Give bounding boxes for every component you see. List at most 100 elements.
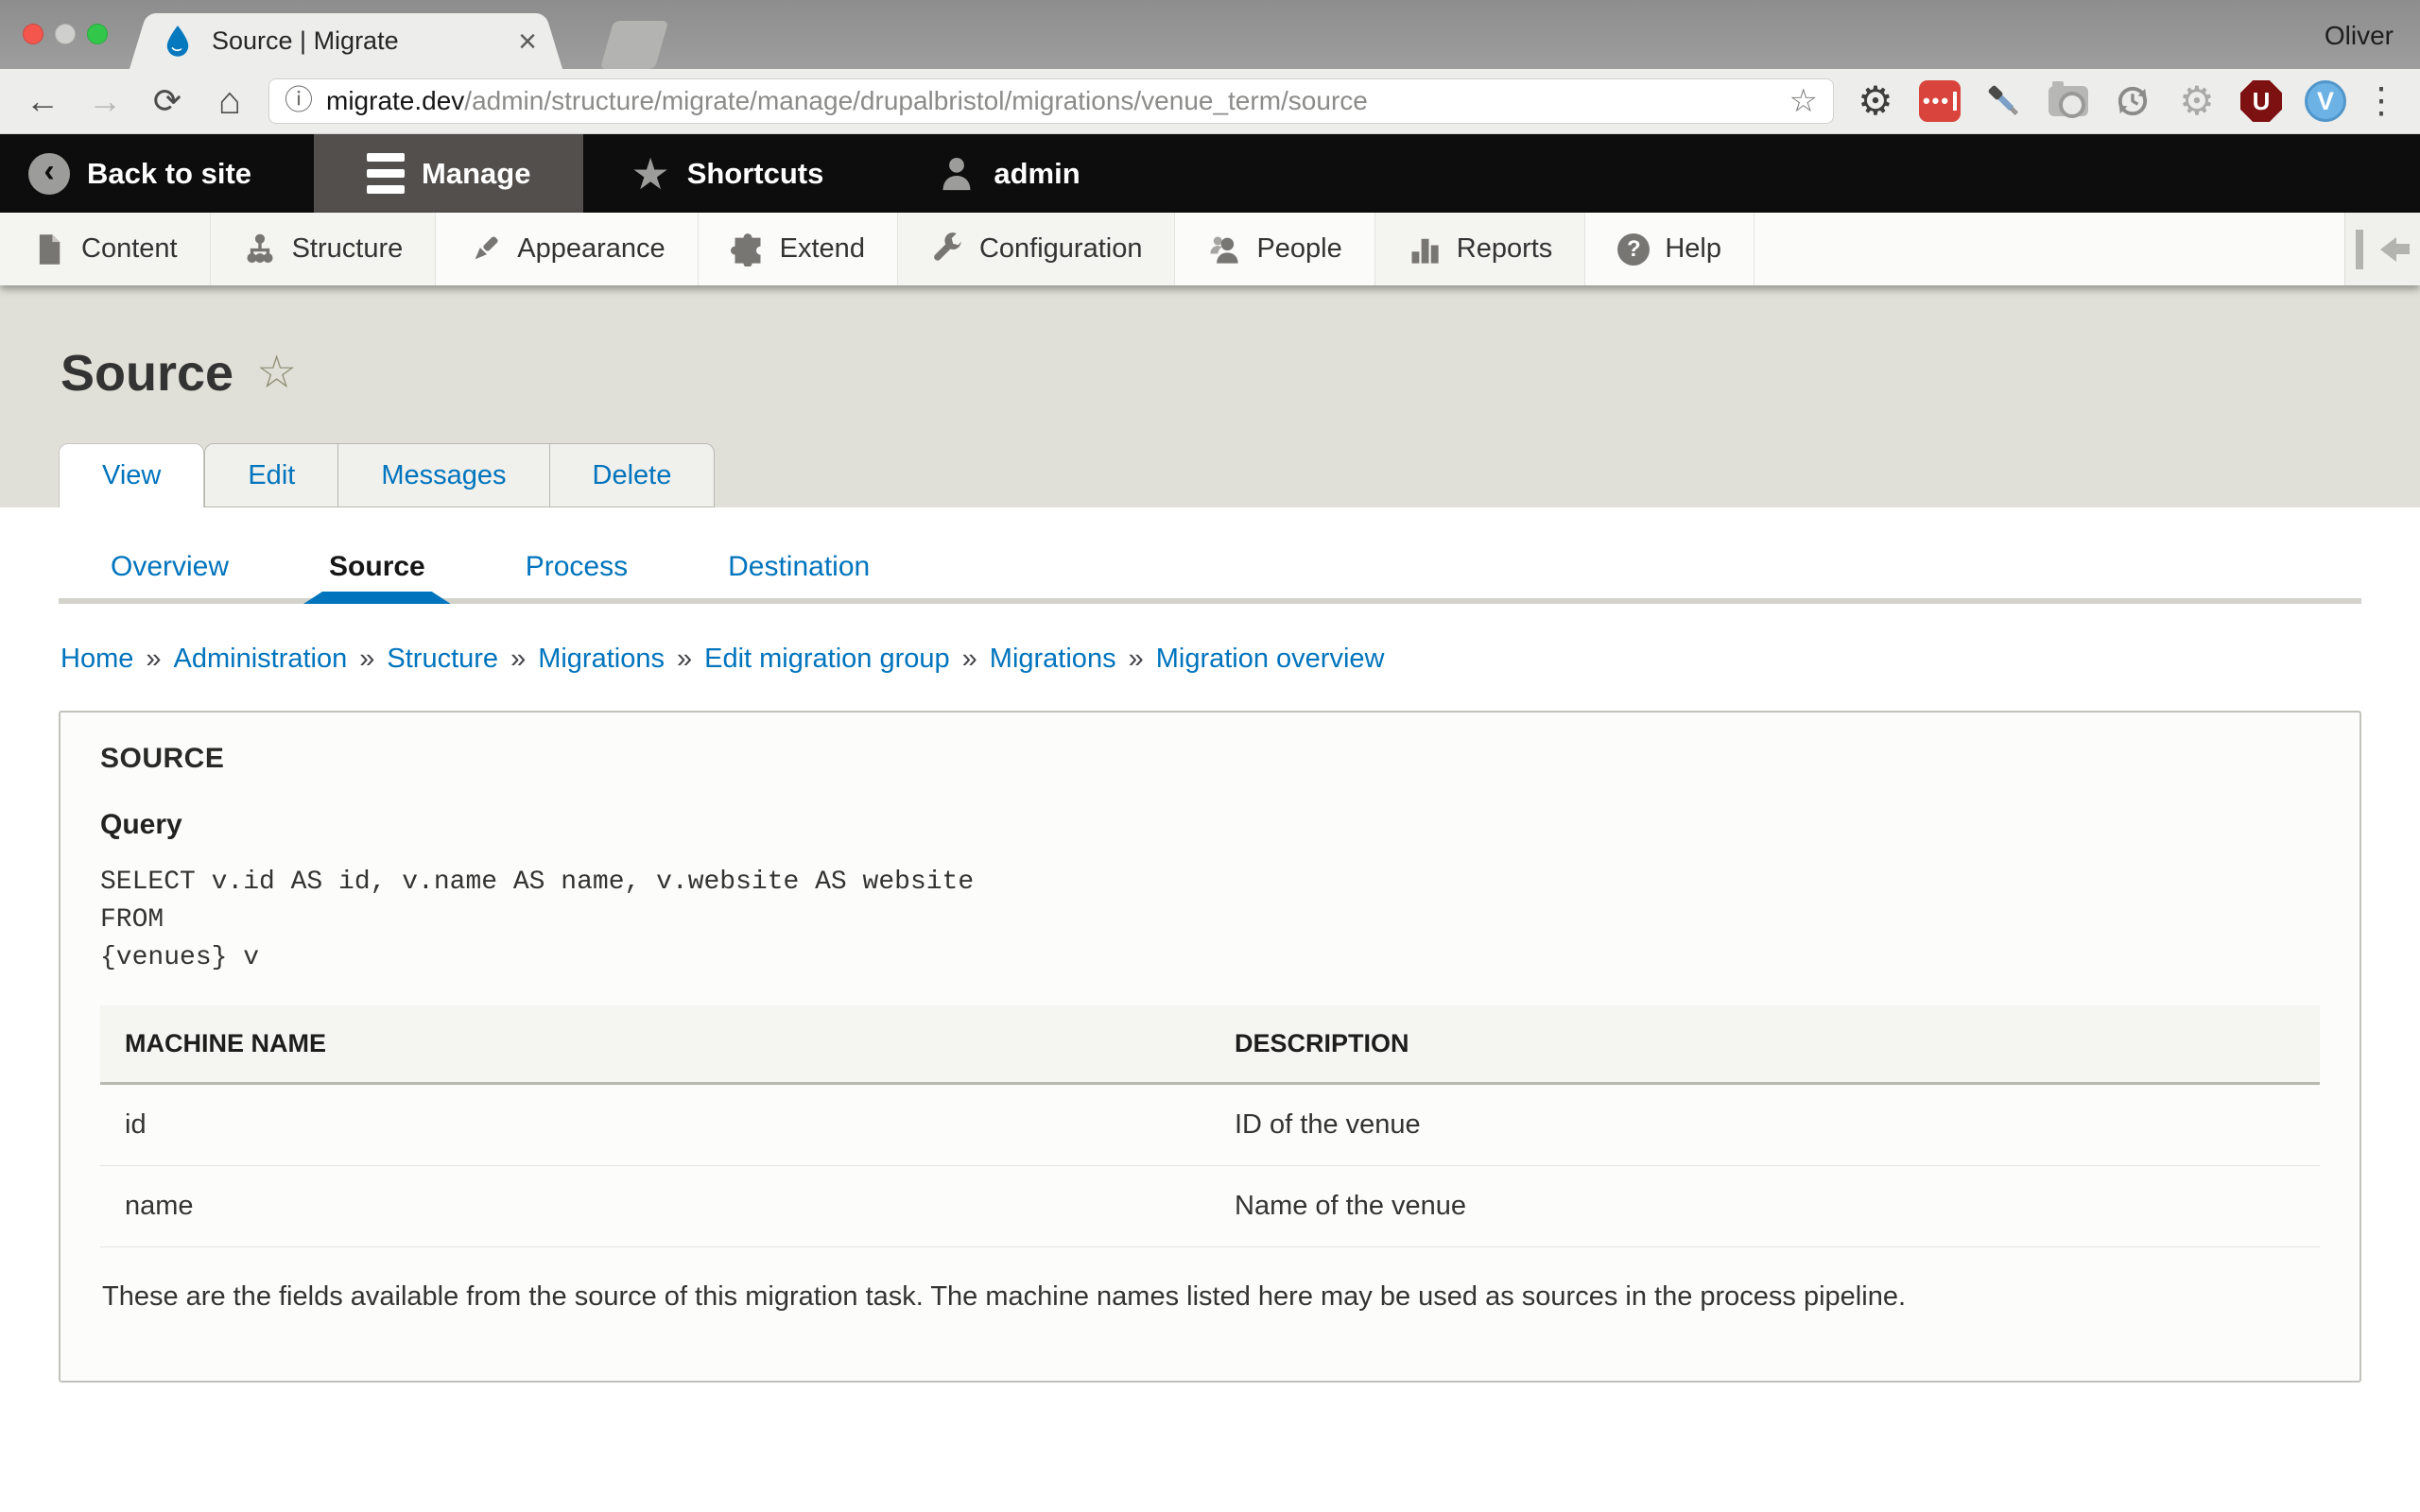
browser-tab[interactable]: Source | Migrate ×: [153, 13, 539, 69]
screwdriver-extension-icon[interactable]: [1983, 80, 2025, 122]
breadcrumb-separator: »: [359, 644, 374, 674]
back-to-site-label: Back to site: [87, 157, 251, 191]
query-line: {venues} v: [100, 939, 2320, 977]
breadcrumb-link[interactable]: Structure: [387, 644, 498, 674]
breadcrumb-link[interactable]: Migration overview: [1156, 644, 1385, 674]
configuration-wrench-icon: [930, 232, 964, 266]
machine-name-cell: name: [100, 1166, 1210, 1247]
back-to-site-button[interactable]: ‹ Back to site: [0, 134, 280, 213]
admin-user-label: admin: [994, 157, 1080, 191]
column-header-machine-name: MACHINE NAME: [100, 1005, 1210, 1084]
address-bar[interactable]: ⓘ migrate.dev /admin/structure/migrate/m…: [268, 78, 1834, 124]
new-tab-button[interactable]: [600, 21, 669, 69]
breadcrumb-link[interactable]: Home: [60, 644, 133, 674]
tab-overview[interactable]: Overview: [111, 551, 229, 583]
minimize-window-button[interactable]: [55, 24, 76, 44]
table-row: name Name of the venue: [100, 1166, 2320, 1247]
source-panel-legend: SOURCE: [100, 743, 2320, 775]
tab-source[interactable]: Source: [329, 551, 425, 583]
table-row: id ID of the venue: [100, 1084, 2320, 1166]
lastpass-extension-icon[interactable]: •••: [1919, 80, 1961, 122]
machine-name-cell: id: [100, 1084, 1210, 1166]
zoom-window-button[interactable]: [87, 24, 108, 44]
tab-title: Source | Migrate: [212, 26, 501, 56]
page-info-icon[interactable]: ⓘ: [285, 87, 313, 115]
description-cell: Name of the venue: [1210, 1166, 2320, 1247]
table-header-row: MACHINE NAME DESCRIPTION: [100, 1005, 2320, 1084]
menu-item-help[interactable]: ? Help: [1585, 213, 1754, 285]
help-icon: ?: [1617, 233, 1650, 266]
shortcut-star-icon[interactable]: ☆: [256, 351, 297, 396]
browser-tabstrip: Source | Migrate × Oliver: [0, 0, 2420, 69]
content-file-icon: [32, 232, 66, 266]
admin-user-button[interactable]: admin: [908, 134, 1108, 213]
appearance-brush-icon: [468, 232, 502, 266]
user-icon: [937, 154, 977, 194]
menu-item-configuration[interactable]: Configuration: [898, 213, 1176, 285]
shortcuts-label: Shortcuts: [687, 157, 824, 191]
forward-icon[interactable]: →: [85, 84, 125, 118]
menu-item-label: Help: [1665, 233, 1721, 265]
column-header-description: DESCRIPTION: [1210, 1005, 2320, 1084]
breadcrumb-separator: »: [962, 644, 977, 674]
menu-item-people[interactable]: People: [1175, 213, 1374, 285]
tab-messages[interactable]: Messages: [338, 443, 549, 507]
shortcuts-button[interactable]: ★ Shortcuts: [602, 134, 852, 213]
manage-button[interactable]: Manage: [314, 134, 583, 213]
collapse-left-icon: [2356, 230, 2410, 269]
hamburger-icon: [367, 153, 405, 194]
menu-item-structure[interactable]: Structure: [211, 213, 437, 285]
vimium-extension-icon[interactable]: V: [2305, 80, 2346, 122]
breadcrumb-link[interactable]: Edit migration group: [704, 644, 950, 674]
window-controls: [23, 24, 108, 44]
session-refresh-extension-icon[interactable]: [2112, 80, 2153, 122]
drupal-favicon-icon: [161, 25, 195, 59]
shortcuts-star-icon: ★: [631, 152, 669, 196]
back-icon[interactable]: ←: [23, 84, 62, 118]
reload-icon[interactable]: ⟳: [147, 84, 187, 118]
tab-process[interactable]: Process: [526, 551, 628, 583]
breadcrumb-link[interactable]: Migrations: [990, 644, 1116, 674]
query-line: FROM: [100, 902, 2320, 939]
url-domain: migrate.dev: [326, 86, 464, 116]
page-title: Source: [60, 344, 233, 403]
description-cell: ID of the venue: [1210, 1084, 2320, 1166]
disabled-gear-extension-icon[interactable]: ⚙: [2176, 80, 2218, 122]
menu-item-label: People: [1256, 233, 1341, 265]
breadcrumb-separator: »: [677, 644, 692, 674]
extensions-row: ⚙ ••• ⚙ U V: [1855, 80, 2346, 122]
url-path: /admin/structure/migrate/manage/drupalbr…: [464, 86, 1777, 116]
camera-extension-icon[interactable]: [2048, 80, 2089, 122]
breadcrumb-separator: »: [1129, 644, 1144, 674]
structure-sitemap-icon: [243, 232, 277, 266]
browser-profile-name[interactable]: Oliver: [2325, 21, 2394, 51]
source-fields-table: MACHINE NAME DESCRIPTION id ID of the ve…: [100, 1005, 2320, 1247]
menu-item-appearance[interactable]: Appearance: [436, 213, 698, 285]
close-window-button[interactable]: [23, 24, 43, 44]
browser-navbar: ← → ⟳ ⌂ ⓘ migrate.dev /admin/structure/m…: [0, 69, 2420, 134]
menu-item-reports[interactable]: Reports: [1375, 213, 1586, 285]
gear-extension-icon[interactable]: ⚙: [1855, 80, 1896, 122]
tab-close-icon[interactable]: ×: [518, 26, 537, 58]
query-line: SELECT v.id AS id, v.name AS name, v.web…: [100, 864, 2320, 902]
menu-item-content[interactable]: Content: [0, 213, 211, 285]
tab-view[interactable]: View: [59, 443, 204, 507]
ublock-extension-icon[interactable]: U: [2240, 80, 2282, 122]
page-header: Source ☆ View Edit Messages Delete: [0, 285, 2420, 507]
browser-menu-icon[interactable]: ⋮: [2363, 83, 2399, 119]
toolbar-orientation-toggle[interactable]: [2344, 213, 2420, 285]
menu-item-extend[interactable]: Extend: [699, 213, 898, 285]
tab-destination[interactable]: Destination: [728, 551, 870, 583]
breadcrumb-link[interactable]: Administration: [174, 644, 348, 674]
breadcrumb: Home » Administration » Structure » Migrations…: [59, 644, 2361, 675]
secondary-tabs: Overview Source Process Destination: [59, 551, 2361, 604]
manage-label: Manage: [422, 157, 530, 191]
home-icon[interactable]: ⌂: [210, 82, 250, 120]
tab-edit[interactable]: Edit: [204, 443, 338, 507]
breadcrumb-separator: »: [146, 644, 161, 674]
menu-item-label: Configuration: [979, 233, 1143, 265]
bookmark-star-icon[interactable]: ☆: [1789, 85, 1818, 117]
menu-item-label: Appearance: [517, 233, 665, 265]
breadcrumb-link[interactable]: Migrations: [538, 644, 665, 674]
tab-delete[interactable]: Delete: [550, 443, 716, 507]
